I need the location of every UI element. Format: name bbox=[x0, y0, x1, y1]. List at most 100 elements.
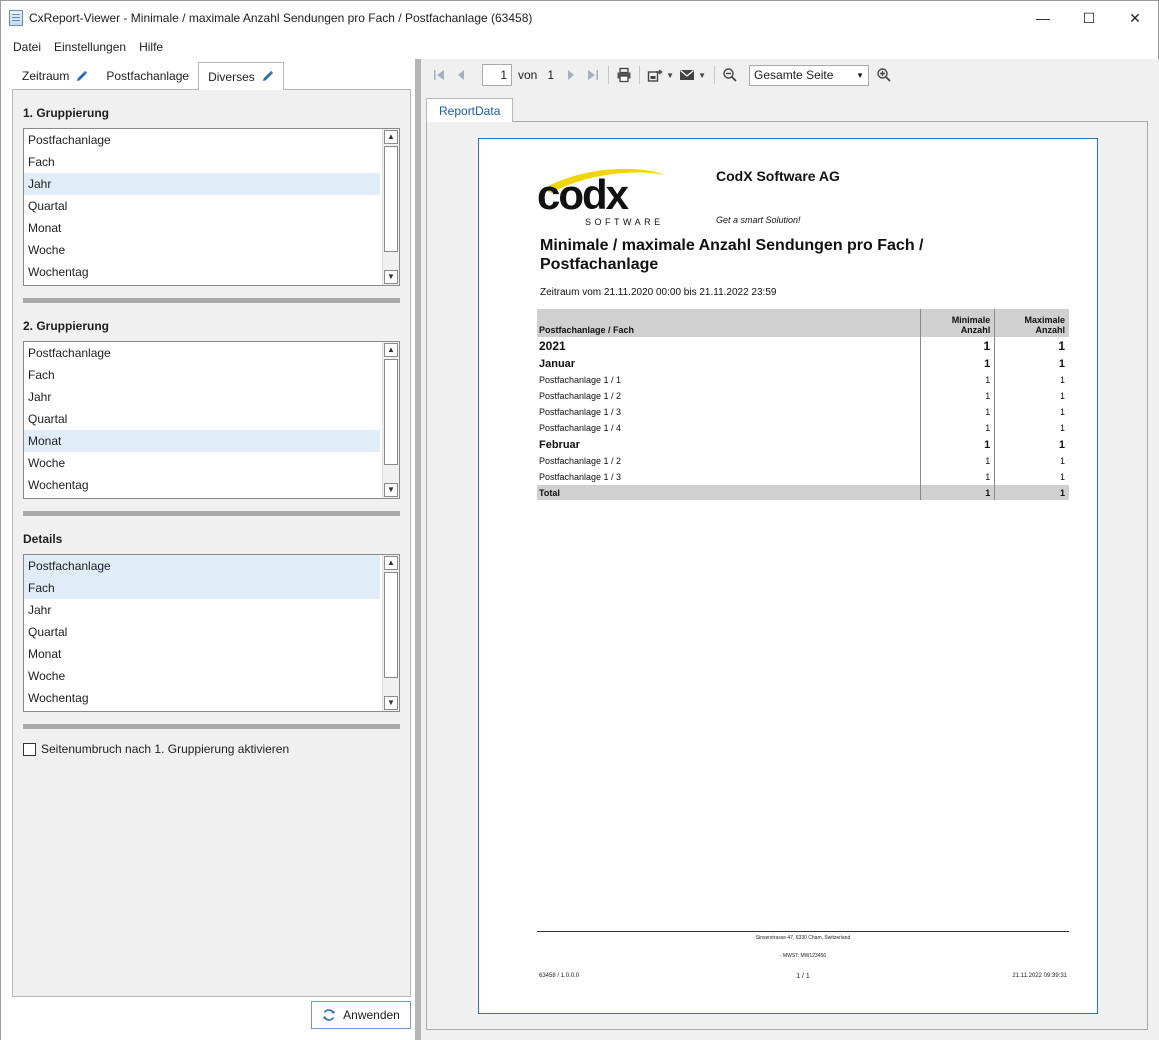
tab-zeitraum[interactable]: Zeitraum bbox=[13, 63, 97, 89]
list-item[interactable]: Jahr bbox=[24, 599, 380, 621]
table-row: Postfachanlage 1 / 2 11 bbox=[537, 388, 1069, 404]
col-header: Minimale Anzahl bbox=[919, 309, 995, 337]
table-cell: 1 bbox=[994, 420, 1069, 436]
list-item[interactable]: Wochentag bbox=[24, 261, 380, 283]
scroll-up-icon[interactable]: ▲ bbox=[384, 343, 398, 357]
table-cell: Postfachanlage 1 / 2 bbox=[539, 456, 622, 466]
scrollbar[interactable]: ▲ ▼ bbox=[382, 342, 399, 498]
menu-einstellungen[interactable]: Einstellungen bbox=[48, 40, 132, 54]
print-icon[interactable] bbox=[615, 66, 633, 84]
table-cell: 1 bbox=[919, 337, 995, 355]
tab-diverses[interactable]: Diverses bbox=[198, 62, 284, 90]
col-header: Postfachanlage / Fach bbox=[537, 309, 921, 337]
scroll-thumb[interactable] bbox=[384, 572, 398, 678]
page-break-checkbox[interactable] bbox=[23, 742, 36, 756]
first-page-icon[interactable] bbox=[430, 66, 448, 84]
menu-hilfe[interactable]: Hilfe bbox=[133, 40, 169, 54]
group-separator[interactable] bbox=[23, 511, 400, 516]
scrollbar[interactable]: ▲ ▼ bbox=[382, 555, 399, 711]
list-item[interactable]: Quartal bbox=[24, 621, 380, 643]
list-item[interactable]: Wochentag bbox=[24, 687, 380, 709]
zoom-select[interactable]: Gesamte Seite ▼ bbox=[749, 64, 870, 86]
app-icon bbox=[9, 10, 23, 26]
list-item[interactable]: Fach bbox=[24, 577, 380, 599]
table-row: 2021 1 1 bbox=[537, 337, 1069, 355]
export-dropdown-icon[interactable]: ▼ bbox=[664, 66, 676, 84]
menu-datei[interactable]: Datei bbox=[7, 40, 47, 54]
page-break-option[interactable]: Seitenumbruch nach 1. Gruppierung aktivi… bbox=[23, 742, 289, 756]
list-item[interactable]: Postfachanlage bbox=[24, 129, 380, 151]
mail-icon[interactable] bbox=[678, 66, 696, 84]
list-item[interactable]: Woche bbox=[24, 665, 380, 687]
menu-bar: Datei Einstellungen Hilfe bbox=[1, 35, 1158, 59]
list-item[interactable]: Monat bbox=[24, 217, 380, 239]
group1-listbox[interactable]: Postfachanlage Fach Jahr Quartal Monat W… bbox=[23, 128, 400, 286]
group1-label: 1. Gruppierung bbox=[23, 106, 110, 120]
page-number-input[interactable]: 1 bbox=[482, 64, 512, 86]
footer-vat: - MWST: MW123456 bbox=[779, 953, 827, 959]
list-item[interactable]: Woche bbox=[24, 239, 380, 261]
pencil-icon bbox=[262, 70, 273, 81]
page-break-label: Seitenumbruch nach 1. Gruppierung aktivi… bbox=[41, 742, 290, 756]
zoom-out-icon[interactable] bbox=[721, 66, 739, 84]
scroll-up-icon[interactable]: ▲ bbox=[384, 556, 398, 570]
scroll-thumb[interactable] bbox=[384, 146, 398, 252]
table-cell: 1 bbox=[919, 453, 995, 469]
scroll-down-icon[interactable]: ▼ bbox=[384, 270, 398, 284]
minimize-button[interactable]: — bbox=[1020, 1, 1066, 35]
apply-button[interactable]: Anwenden bbox=[311, 1001, 411, 1029]
list-item[interactable]: Postfachanlage bbox=[24, 342, 380, 364]
list-item[interactable]: Wochentag bbox=[24, 474, 380, 496]
table-cell: Februar bbox=[539, 438, 580, 451]
zoom-value: Gesamte Seite bbox=[754, 68, 834, 82]
maximize-button[interactable]: ☐ bbox=[1066, 1, 1112, 35]
list-item[interactable]: Fach bbox=[24, 151, 380, 173]
footer-timestamp: 21.11.2022 09:39:31 bbox=[1012, 973, 1067, 979]
page-of-label: von bbox=[518, 68, 538, 82]
mail-dropdown-icon[interactable]: ▼ bbox=[696, 66, 708, 84]
table-row: Postfachanlage 1 / 1 11 bbox=[537, 372, 1069, 388]
group-separator[interactable] bbox=[23, 724, 400, 729]
report-canvas[interactable]: codx SOFTWARE CodX Software AG Get a sma… bbox=[426, 121, 1148, 1030]
list-item[interactable]: Quartal bbox=[24, 195, 380, 217]
table-cell: 1 bbox=[919, 485, 995, 500]
prev-page-icon[interactable] bbox=[452, 66, 470, 84]
details-listbox[interactable]: Postfachanlage Fach Jahr Quartal Monat W… bbox=[23, 554, 400, 712]
scroll-down-icon[interactable]: ▼ bbox=[384, 696, 398, 710]
table-cell: Postfachanlage 1 / 1 bbox=[539, 375, 622, 385]
table-row: Januar 1 1 bbox=[537, 355, 1069, 372]
list-item[interactable]: Postfachanlage bbox=[24, 555, 380, 577]
scrollbar[interactable]: ▲ ▼ bbox=[382, 129, 399, 285]
list-item[interactable]: Monat bbox=[24, 430, 380, 452]
table-cell: Postfachanlage 1 / 2 bbox=[539, 391, 622, 401]
group2-listbox[interactable]: Postfachanlage Fach Jahr Quartal Monat W… bbox=[23, 341, 400, 499]
table-cell: 1 bbox=[919, 436, 995, 453]
table-row: Postfachanlage 1 / 2 11 bbox=[537, 453, 1069, 469]
list-item[interactable]: Monat bbox=[24, 643, 380, 665]
export-icon[interactable] bbox=[646, 66, 664, 84]
scroll-up-icon[interactable]: ▲ bbox=[384, 130, 398, 144]
col-header: Maximale Anzahl bbox=[994, 309, 1069, 337]
list-item[interactable]: Fach bbox=[24, 364, 380, 386]
pencil-icon bbox=[77, 70, 88, 81]
tab-label: Diverses bbox=[208, 69, 255, 84]
table-row: Postfachanlage 1 / 3 11 bbox=[537, 469, 1069, 485]
list-item[interactable]: Quartal bbox=[24, 408, 380, 430]
zoom-in-icon[interactable] bbox=[875, 66, 893, 84]
table-cell: 1 bbox=[919, 372, 995, 388]
scroll-thumb[interactable] bbox=[384, 359, 398, 465]
group-separator[interactable] bbox=[23, 298, 400, 303]
tab-postfachanlage[interactable]: Postfachanlage bbox=[97, 63, 198, 89]
next-page-icon[interactable] bbox=[562, 66, 580, 84]
scroll-down-icon[interactable]: ▼ bbox=[384, 483, 398, 497]
window-controls: — ☐ ✕ bbox=[1020, 1, 1158, 35]
last-page-icon[interactable] bbox=[584, 66, 602, 84]
tab-reportdata[interactable]: ReportData bbox=[426, 98, 514, 122]
viewer-toolbar: 1 von 1 ▼ ▼ Gesamte Seite ▼ bbox=[421, 63, 1159, 87]
list-item[interactable]: Jahr bbox=[24, 173, 380, 195]
close-button[interactable]: ✕ bbox=[1112, 1, 1158, 35]
list-item[interactable]: Jahr bbox=[24, 386, 380, 408]
table-row: Februar 1 1 bbox=[537, 436, 1069, 453]
table-cell: 1 bbox=[919, 469, 995, 485]
list-item[interactable]: Woche bbox=[24, 452, 380, 474]
